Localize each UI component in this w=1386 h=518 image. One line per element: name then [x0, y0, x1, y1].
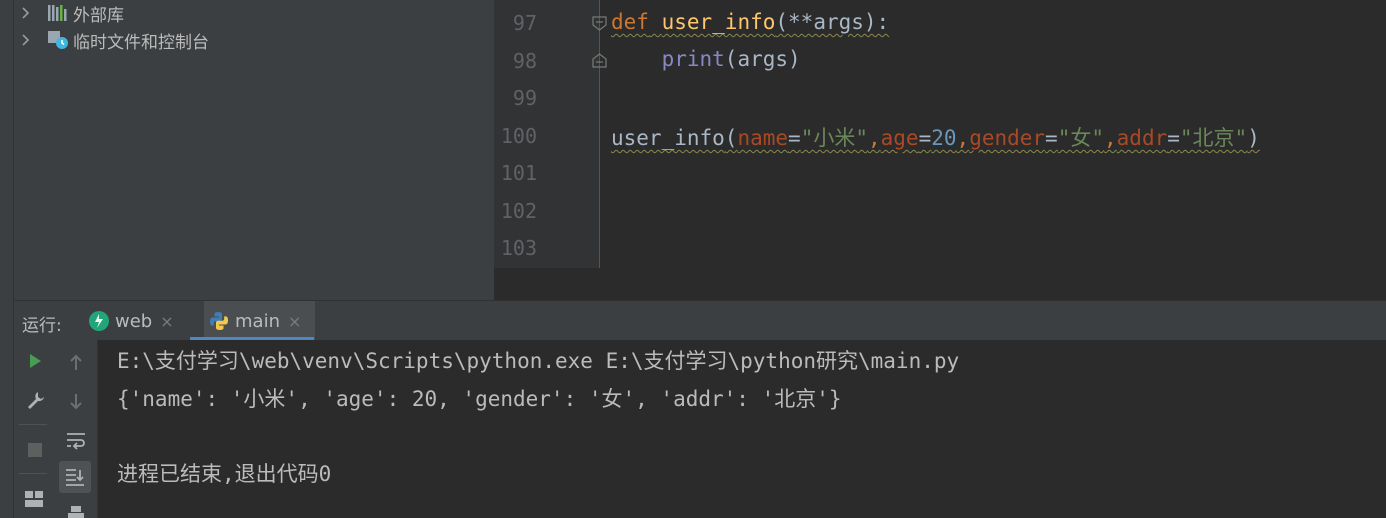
toolbar-separator	[19, 424, 47, 425]
fold-collapse-icon[interactable]	[591, 15, 608, 32]
project-tree-panel: 外部库 临时文件和控制台	[14, 0, 494, 300]
line-number: 103	[500, 236, 537, 260]
fold-end-icon[interactable]	[591, 52, 608, 69]
tab-label: web	[115, 310, 153, 332]
tree-item-label: 临时文件和控制台	[73, 32, 209, 53]
close-icon[interactable]: ×	[160, 312, 173, 331]
line-number: 97	[512, 11, 537, 35]
toolbar-separator	[19, 473, 47, 474]
line-number: 101	[500, 161, 537, 185]
console-line: {'name': '小米', 'age': 20, 'gender': '女',…	[117, 387, 842, 411]
scroll-to-end-icon[interactable]	[59, 461, 91, 493]
arrow-down-icon[interactable]	[60, 385, 92, 417]
left-tool-strip	[0, 0, 14, 518]
console-output[interactable]: E:\支付学习\web\venv\Scripts\python.exe E:\支…	[98, 340, 1386, 518]
code-line-98[interactable]: print(args)	[611, 47, 801, 71]
library-icon	[47, 3, 69, 23]
stop-icon[interactable]	[19, 434, 51, 466]
code-line-100[interactable]: user_info(name="小米",age=20,gender="女",ad…	[611, 122, 1260, 152]
wrench-icon[interactable]	[19, 384, 51, 416]
print-icon[interactable]	[60, 498, 92, 518]
chevron-right-icon[interactable]	[21, 6, 35, 20]
code-editor[interactable]: 97 98 99 100 101 102 103 def user_info(*…	[494, 0, 1386, 268]
python-icon	[208, 310, 230, 332]
code-line-97[interactable]: def user_info(**args):	[611, 10, 889, 34]
console-line: E:\支付学习\web\venv\Scripts\python.exe E:\支…	[117, 349, 960, 373]
line-number: 99	[512, 86, 537, 110]
rerun-icon[interactable]	[19, 345, 51, 377]
soft-wrap-icon[interactable]	[60, 424, 92, 456]
line-number: 98	[512, 49, 537, 73]
tab-web[interactable]: web ×	[88, 301, 174, 341]
run-toolbar	[14, 340, 98, 518]
chevron-right-icon[interactable]	[21, 33, 35, 47]
run-label: 运行:	[22, 316, 62, 336]
function-call: user_info	[611, 126, 725, 150]
scratches-icon	[47, 30, 69, 50]
line-number: 102	[500, 199, 537, 223]
line-number: 100	[500, 124, 537, 148]
line-number-gutter: 97 98 99 100 101 102 103	[494, 0, 607, 268]
editor-bottom-area	[494, 268, 1386, 300]
tree-item-scratches-and-consoles[interactable]: 临时文件和控制台	[14, 27, 209, 53]
builtin-print: print	[661, 47, 725, 71]
keyword-def: def	[611, 10, 649, 34]
arrow-up-icon[interactable]	[60, 347, 92, 379]
run-tool-window-header: 运行: web × main ×	[14, 300, 1386, 341]
tab-main[interactable]: main ×	[204, 301, 316, 341]
console-line: 进程已结束,退出代码0	[117, 462, 332, 486]
web-run-icon	[88, 310, 110, 332]
tree-item-external-libraries[interactable]: 外部库	[14, 0, 124, 26]
function-name: user_info	[661, 10, 776, 34]
layout-icon[interactable]	[18, 483, 50, 515]
tab-label: main	[235, 310, 280, 332]
close-icon[interactable]: ×	[288, 312, 301, 331]
tree-item-label: 外部库	[73, 5, 124, 26]
